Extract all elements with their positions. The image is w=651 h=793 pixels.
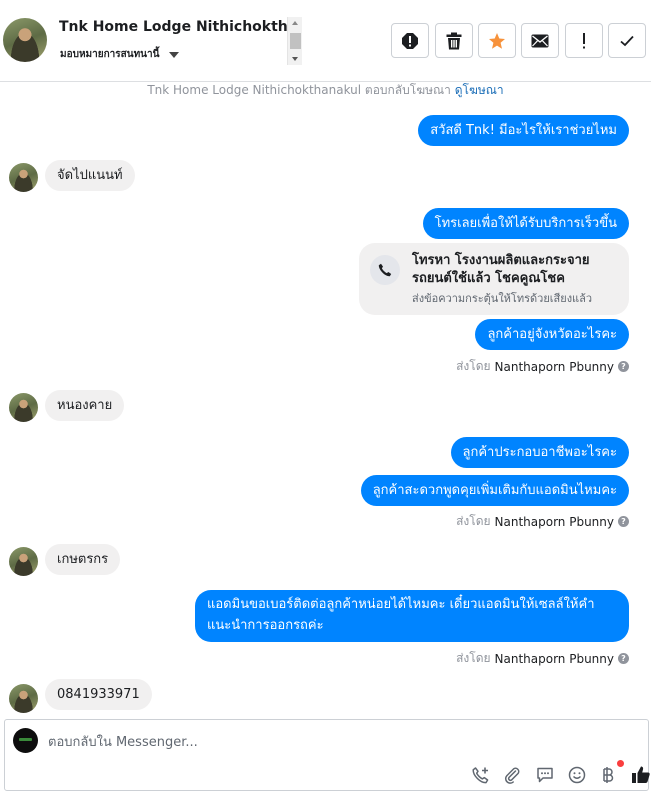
assign-label: มอบหมายการสนทนานี้ <box>60 49 160 60</box>
reply-composer <box>4 719 651 791</box>
reply-input[interactable] <box>48 733 588 751</box>
outgoing-message: แอดมินขอเบอร์ติดต่อลูกค้าหน่อยได้ไหมคะ เ… <box>195 590 629 642</box>
assign-conversation-dropdown[interactable]: มอบหมายการสนทนานี้ <box>60 47 180 62</box>
sent-by-label: ส่งโดย <box>456 359 491 373</box>
caret-down-icon <box>169 51 180 58</box>
star-icon <box>489 32 505 49</box>
incoming-message: หนองคาย <box>45 390 125 421</box>
scroll-thumb[interactable] <box>290 33 301 49</box>
contact-name[interactable]: Tnk Home Lodge Nithichokthanakul <box>59 19 287 35</box>
incoming-message: 0841933971 <box>45 679 152 710</box>
attachment-icon[interactable] <box>502 765 522 785</box>
sender-name: Nanthaporn Pbunny <box>494 651 614 666</box>
outgoing-message: ลูกค้าสะดวกพูดคุยเพิ่มเติมกับแอดมินไหมคะ <box>360 475 629 506</box>
call-card-title: โทรหา โรงงานผลิตและกระจาย รถยนต์ใช้แล้ว … <box>412 253 590 286</box>
info-icon[interactable]: ? <box>618 516 629 527</box>
page-avatar <box>13 728 38 753</box>
sent-by-line: ส่งโดย Nanthaporn Pbunny ? <box>456 512 629 531</box>
outgoing-message: สวัสดี Tnk! มีอะไรให้เราช่วยไหม <box>418 115 629 146</box>
info-icon[interactable]: ? <box>618 653 629 664</box>
scroll-up-arrow-icon[interactable] <box>292 21 298 25</box>
mark-done-button[interactable] <box>608 23 646 58</box>
sent-by-label: ส่งโดย <box>456 514 491 528</box>
sender-name: Nanthaporn Pbunny <box>494 514 614 529</box>
header-scrollbar[interactable] <box>287 17 302 65</box>
view-ad-link[interactable]: ดูโฆษณา <box>455 83 504 97</box>
scroll-down-arrow-icon[interactable] <box>292 57 298 61</box>
delete-button[interactable] <box>435 23 473 58</box>
phone-icon <box>370 255 400 285</box>
star-button[interactable] <box>478 23 516 58</box>
follow-up-button[interactable] <box>565 23 603 58</box>
outgoing-message: ลูกค้าประกอบอาชีพอะไรคะ <box>450 437 629 468</box>
thumbs-up-icon[interactable] <box>631 765 651 785</box>
call-request-card[interactable]: โทรหา โรงงานผลิตและกระจาย รถยนต์ใช้แล้ว … <box>359 243 629 315</box>
sent-by-line: ส่งโดย Nanthaporn Pbunny ? <box>456 357 629 376</box>
incoming-message: เกษตรกร <box>45 544 121 575</box>
outgoing-message: ลูกค้าอยู่จังหวัดอะไรคะ <box>475 319 629 350</box>
add-call-icon[interactable] <box>471 765 491 785</box>
outgoing-message: โทรเลยเพื่อให้ได้รับบริการเร็วขึ้น <box>422 208 629 239</box>
sent-by-label: ส่งโดย <box>456 651 491 665</box>
mark-spam-button[interactable] <box>391 23 429 58</box>
mark-unread-button[interactable] <box>521 23 559 58</box>
baht-payment-icon[interactable] <box>598 765 618 785</box>
info-icon[interactable]: ? <box>618 361 629 372</box>
conversation-header: Tnk Home Lodge Nithichokthanakul มอบหมาย… <box>0 0 651 82</box>
sent-by-line: ส่งโดย Nanthaporn Pbunny ? <box>456 649 629 668</box>
contact-avatar-small[interactable] <box>9 163 38 192</box>
contact-avatar[interactable] <box>3 18 47 62</box>
spam-icon <box>402 32 418 49</box>
exclamation-icon <box>583 32 585 48</box>
sender-name: Nanthaporn Pbunny <box>494 359 614 374</box>
saved-replies-icon[interactable] <box>535 765 555 785</box>
envelope-icon <box>531 34 549 47</box>
incoming-message: จัดไปแนนท์ <box>45 160 135 191</box>
emoji-icon[interactable] <box>567 765 587 785</box>
contact-avatar-small[interactable] <box>9 547 38 576</box>
ad-reply-note: Tnk Home Lodge Nithichokthanakul ตอบกลับ… <box>0 82 651 98</box>
contact-avatar-small[interactable] <box>9 393 38 422</box>
contact-avatar-small[interactable] <box>9 684 38 713</box>
trash-icon <box>446 32 462 49</box>
call-card-subtitle: ส่งข้อความกระตุ้นให้โทรด้วยเสียงแล้ว <box>412 292 593 305</box>
ad-reply-text: Tnk Home Lodge Nithichokthanakul ตอบกลับ… <box>147 83 451 97</box>
notification-dot <box>617 760 624 767</box>
check-icon <box>620 35 634 46</box>
message-thread[interactable]: Tnk Home Lodge Nithichokthanakul ตอบกลับ… <box>0 82 651 717</box>
